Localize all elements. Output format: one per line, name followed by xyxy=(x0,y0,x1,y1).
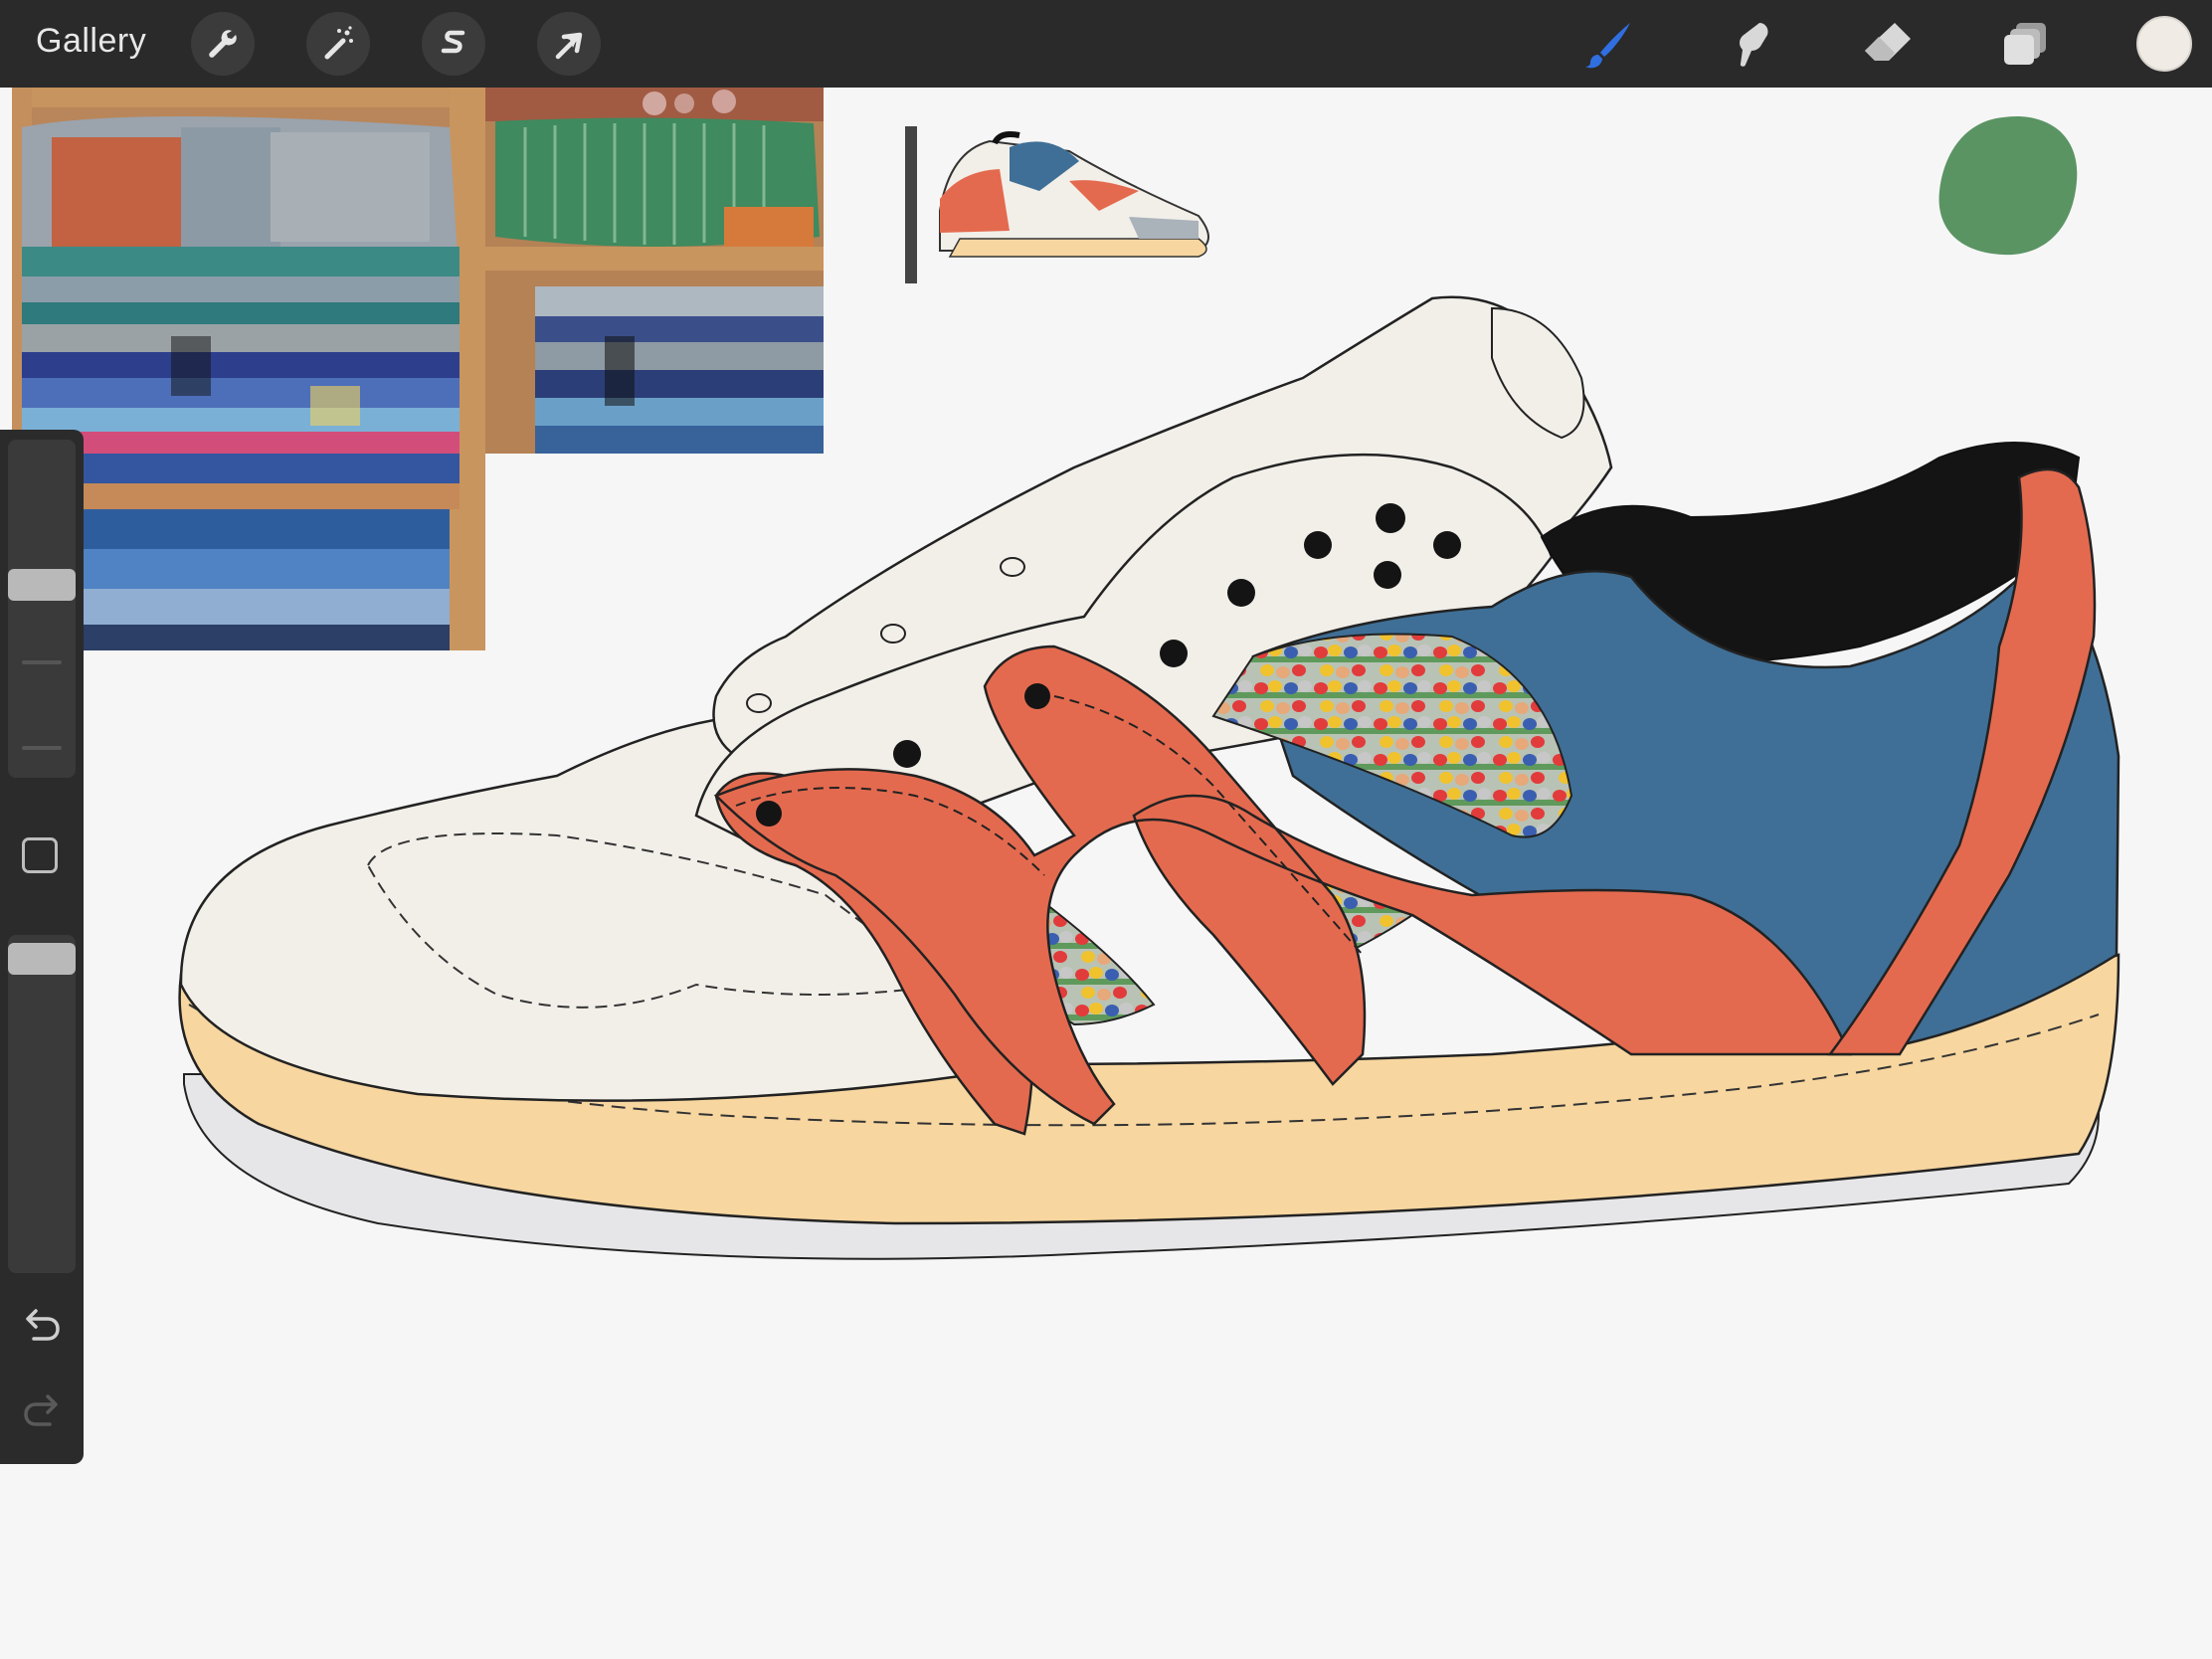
top-toolbar: Gallery xyxy=(0,0,2212,88)
opacity-slider[interactable] xyxy=(8,935,76,1273)
brush-size-slider[interactable] xyxy=(8,440,76,778)
selection-s-icon[interactable] xyxy=(422,12,485,76)
magic-wand-icon[interactable] xyxy=(306,12,370,76)
transform-arrow-icon[interactable] xyxy=(537,12,601,76)
brush-icon[interactable] xyxy=(1577,14,1639,76)
undo-icon[interactable] xyxy=(20,1305,64,1349)
redo-icon[interactable] xyxy=(20,1390,64,1434)
wrench-icon[interactable] xyxy=(191,12,255,76)
left-sidebar xyxy=(0,430,84,1464)
eraser-icon[interactable] xyxy=(1856,14,1918,76)
brush-size-thumb[interactable] xyxy=(8,569,76,601)
layers-icon[interactable] xyxy=(1995,14,2057,76)
modify-button[interactable] xyxy=(22,837,58,873)
gallery-button[interactable]: Gallery xyxy=(36,22,146,61)
shoe-illustration[interactable] xyxy=(0,88,2212,1659)
color-swatch[interactable] xyxy=(2136,16,2192,72)
smudge-icon[interactable] xyxy=(1717,14,1778,76)
slider-tick xyxy=(22,660,62,664)
slider-tick xyxy=(22,746,62,750)
opacity-thumb[interactable] xyxy=(8,943,76,975)
